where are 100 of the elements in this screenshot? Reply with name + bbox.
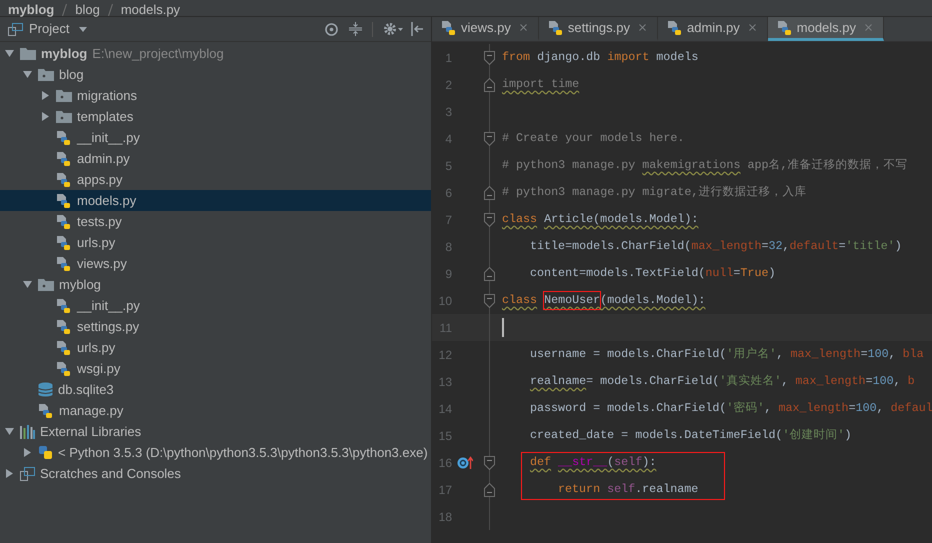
fold-marker-icon[interactable] (484, 78, 494, 92)
tree-item[interactable]: models.py (0, 190, 431, 211)
code-token: True (740, 264, 768, 282)
code-token: title=models.CharField( (530, 238, 692, 255)
locate-target-icon[interactable] (324, 22, 339, 36)
line-number: 6 (444, 184, 452, 202)
tree-item[interactable]: __init__.py (0, 295, 431, 316)
tree-item-label: __init__.py (77, 128, 140, 147)
tree-item[interactable]: admin.py (0, 148, 431, 169)
tree-item[interactable]: views.py (0, 253, 431, 274)
tree-item[interactable]: urls.py (0, 337, 431, 358)
expand-right-icon[interactable] (41, 112, 50, 121)
folder-icon (38, 68, 54, 81)
breadcrumb-item[interactable]: myblog (8, 3, 54, 16)
fold-marker-icon[interactable] (484, 132, 494, 146)
tree-item-label: myblog (59, 276, 101, 294)
tree-item[interactable]: myblog E:\new_project\myblog (0, 43, 431, 64)
code-token: defaul (890, 400, 932, 417)
collapse-all-icon[interactable] (349, 22, 362, 36)
tree-item-label: wsgi.py (77, 360, 120, 378)
python-file-icon (38, 402, 54, 418)
line-number: 4 (444, 130, 452, 148)
tree-item-label: urls.py (77, 338, 116, 357)
tree-item-label: urls.py (77, 234, 116, 252)
python-file-icon (56, 256, 72, 272)
code-token: # Create your models here. (502, 130, 684, 147)
panel-title[interactable]: Project (29, 19, 70, 39)
tree-item[interactable]: urls.py (0, 232, 431, 253)
code-token: app名,准备迁移的数据，不写 (747, 156, 908, 174)
tree-item[interactable]: myblog (0, 274, 431, 295)
code-token: # python3 manage.py migrate,进行数据迁移，入库 (502, 184, 806, 201)
code-token: , (776, 346, 784, 363)
line-number: 15 (438, 428, 452, 444)
code-token: , (894, 372, 901, 390)
code-token: content=models.TextField( (530, 264, 706, 282)
editor-tab[interactable]: models.py (768, 17, 884, 41)
code-token: username = models.CharField( (530, 346, 726, 363)
tree-item[interactable]: db.sqlite3 (0, 379, 431, 400)
dropdown-caret-icon[interactable] (79, 26, 88, 32)
tree-item[interactable]: tests.py (0, 211, 431, 232)
python-file-icon (56, 340, 72, 356)
code-token: ) (844, 426, 852, 444)
tree-item-label: myblog (41, 44, 88, 63)
code-token: self (607, 480, 636, 498)
breadcrumb-item[interactable]: blog (75, 3, 100, 16)
code-token: self (614, 454, 642, 471)
code-token: import time (502, 76, 580, 93)
code-token: password = models.CharField( (530, 400, 726, 417)
line-number: 9 (444, 266, 452, 282)
tree-item[interactable]: < Python 3.5.3 (D:\python\python3.5.3\python3.5.3\python3.exe) (0, 442, 431, 463)
tree-item[interactable]: wsgi.py (0, 358, 431, 379)
override-method-icon[interactable] (457, 456, 473, 470)
line-number: 2 (444, 76, 452, 94)
close-icon[interactable] (637, 22, 648, 33)
expand-down-icon[interactable] (5, 49, 14, 58)
code-token: '密码' (726, 400, 764, 417)
fold-marker-icon[interactable] (484, 212, 494, 226)
tree-item[interactable]: migrations (0, 85, 431, 106)
tree-item[interactable]: External Libraries (0, 421, 431, 442)
folder-icon (20, 47, 36, 60)
expand-right-icon[interactable] (23, 448, 32, 457)
close-icon[interactable] (746, 22, 758, 33)
code-token: makemigrations (642, 156, 740, 174)
fold-marker-icon[interactable] (484, 294, 494, 308)
fold-marker-icon[interactable] (484, 482, 494, 496)
tree-item-label: manage.py (59, 402, 124, 420)
editor-tab[interactable]: admin.py (658, 17, 768, 41)
code-token: Article(models.Model): (544, 210, 698, 228)
fold-marker-icon[interactable] (484, 186, 494, 200)
code-token: ) (768, 264, 776, 282)
close-icon[interactable] (518, 22, 529, 33)
code-token: def (530, 454, 552, 471)
expand-down-icon[interactable] (23, 70, 32, 79)
tree-item[interactable]: blog (0, 64, 431, 85)
python-file-icon (56, 130, 72, 146)
hide-panel-icon[interactable] (411, 22, 423, 36)
code-token: null (705, 264, 734, 282)
tree-item[interactable]: __init__.py (0, 127, 431, 148)
editor-tab[interactable]: views.py (432, 17, 539, 41)
fold-marker-icon[interactable] (484, 456, 494, 470)
expand-right-icon[interactable] (5, 469, 14, 478)
code-token: max_length (795, 372, 866, 390)
scratches-icon (20, 466, 35, 480)
expand-down-icon[interactable] (5, 427, 14, 436)
editor-tab[interactable]: settings.py (538, 17, 658, 41)
tree-item[interactable]: settings.py (0, 316, 431, 337)
code-token: # python3 manage.py (502, 156, 636, 174)
breadcrumb-item[interactable]: models.py (120, 3, 180, 16)
expand-down-icon[interactable] (23, 280, 32, 289)
code-token: , (764, 400, 772, 417)
tree-item[interactable]: Scratches and Consoles (0, 463, 431, 484)
tree-item[interactable]: templates (0, 106, 431, 127)
fold-marker-icon[interactable] (484, 266, 494, 280)
fold-marker-icon[interactable] (484, 50, 494, 64)
line-number: 8 (444, 238, 452, 256)
tree-item[interactable]: apps.py (0, 169, 431, 190)
tree-item[interactable]: manage.py (0, 400, 431, 421)
code-token: import (607, 48, 650, 66)
expand-right-icon[interactable] (41, 91, 50, 100)
settings-icon[interactable] (383, 22, 403, 36)
